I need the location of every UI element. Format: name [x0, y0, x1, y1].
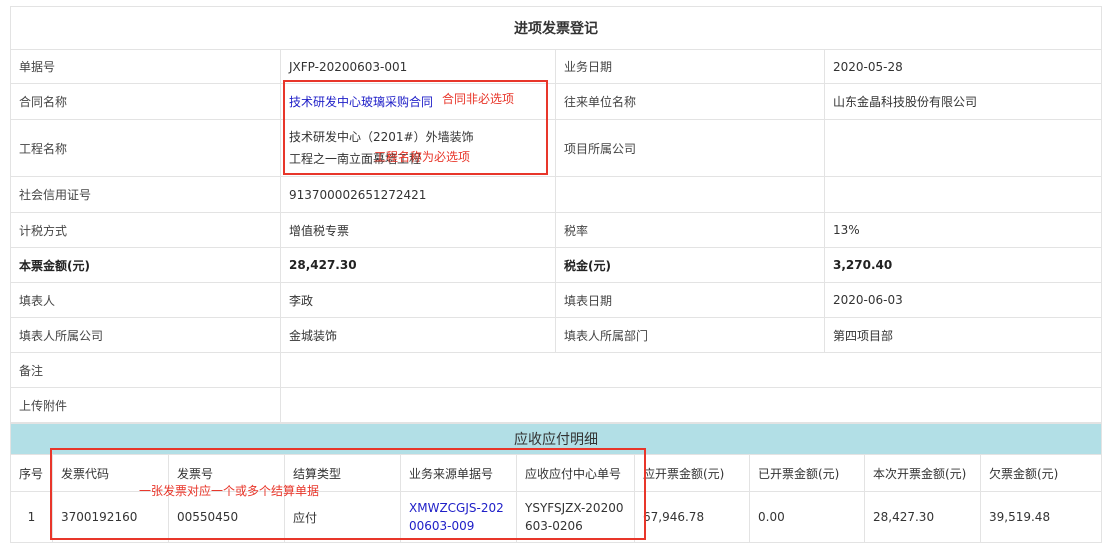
tax-value: 3,270.40	[824, 247, 1102, 283]
col-header-due-amount: 应开票金额(元)	[634, 454, 750, 492]
filler-label: 填表人	[10, 282, 281, 318]
cell-due-amount: 67,946.78	[634, 491, 750, 543]
biz-date-value: 2020-05-28	[824, 49, 1102, 84]
empty-cell	[824, 176, 1102, 213]
tax-method-value: 增值税专票	[280, 212, 556, 248]
col-header-current-amount: 本次开票金额(元)	[864, 454, 981, 492]
cell-invoiced-amount: 0.00	[749, 491, 865, 543]
bill-no-label: 单据号	[10, 49, 281, 84]
annotation-contract-note: 合同非必选项	[442, 92, 515, 106]
bill-no-value: JXFP-20200603-001	[280, 49, 556, 84]
page-title: 进项发票登记	[10, 6, 1102, 50]
contract-label: 合同名称	[10, 83, 281, 120]
cell-current-amount: 28,427.30	[864, 491, 981, 543]
amount-value: 28,427.30	[280, 247, 556, 283]
filler-dept-label: 填表人所属部门	[555, 317, 825, 353]
fill-date-value: 2020-06-03	[824, 282, 1102, 318]
tax-method-label: 计税方式	[10, 212, 281, 248]
attachment-upload-area[interactable]	[280, 387, 1102, 423]
project-company-label: 项目所属公司	[555, 119, 825, 177]
cell-owed-amount: 39,519.48	[979, 491, 1103, 543]
col-header-owed-amount: 欠票金额(元)	[979, 454, 1103, 492]
credit-label: 社会信用证号	[10, 176, 281, 213]
tax-rate-label: 税率	[555, 212, 825, 248]
tax-label: 税金(元)	[555, 247, 825, 283]
amount-label: 本票金额(元)	[10, 247, 281, 283]
filler-company-value: 金城装饰	[280, 317, 556, 353]
remark-value	[280, 352, 1102, 388]
credit-value: 913700002651272421	[280, 176, 556, 213]
tax-rate-value: 13%	[824, 212, 1102, 248]
col-header-index: 序号	[10, 454, 53, 492]
biz-date-label: 业务日期	[555, 49, 825, 84]
invoice-info-table: 进项发票登记 单据号 JXFP-20200603-001 业务日期 2020-0…	[10, 6, 1102, 423]
filler-value: 李政	[280, 282, 556, 318]
filler-dept-value: 第四项目部	[824, 317, 1102, 353]
remark-label: 备注	[10, 352, 281, 388]
col-header-invoiced-amount: 已开票金额(元)	[749, 454, 865, 492]
annotation-detail-note: 一张发票对应一个或多个结算单据	[139, 484, 320, 498]
annotation-project-note: 工程名称为必选项	[374, 150, 471, 164]
attachment-label: 上传附件	[10, 387, 281, 423]
project-label: 工程名称	[10, 119, 281, 177]
partner-value: 山东金晶科技股份有限公司	[824, 83, 1102, 120]
project-company-value	[824, 119, 1102, 177]
empty-cell	[555, 176, 825, 213]
filler-company-label: 填表人所属公司	[10, 317, 281, 353]
partner-label: 往来单位名称	[555, 83, 825, 120]
fill-date-label: 填表日期	[555, 282, 825, 318]
cell-index: 1	[10, 491, 53, 543]
